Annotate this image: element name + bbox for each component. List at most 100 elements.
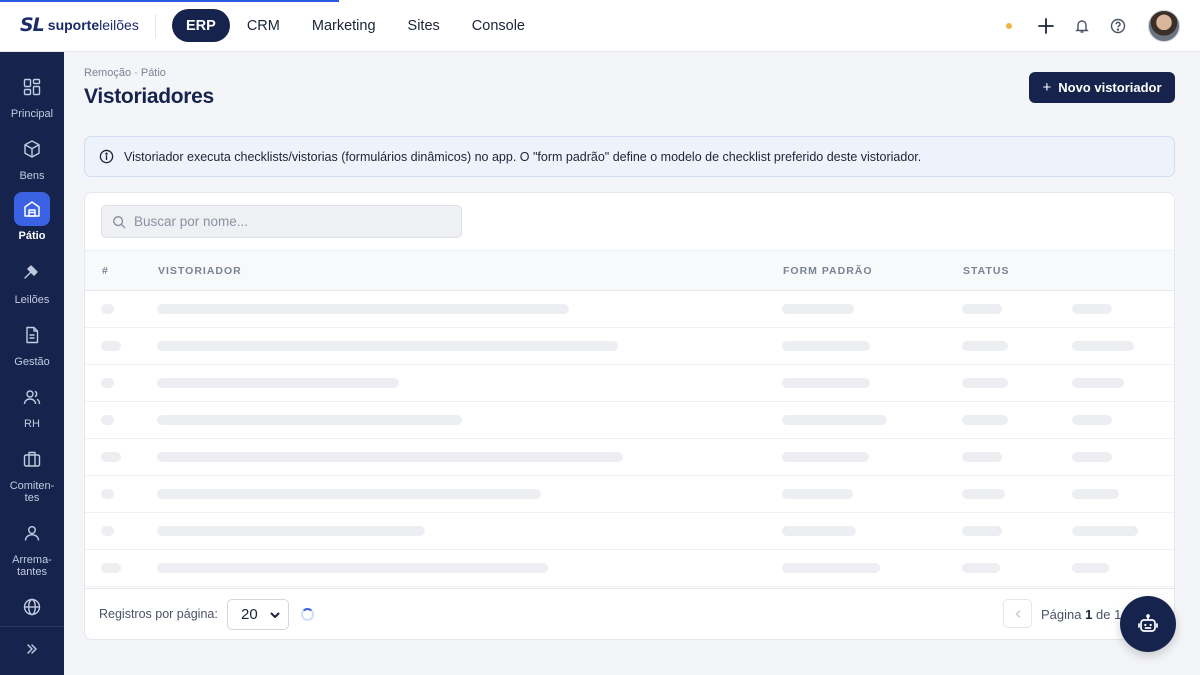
info-icon <box>99 149 114 164</box>
logo-mark: SL <box>20 14 45 36</box>
plus-icon[interactable] <box>1036 16 1056 36</box>
skeleton-placeholder <box>1072 563 1109 573</box>
sidebar-item-label: RH <box>24 418 40 430</box>
skeleton-placeholder <box>782 563 880 573</box>
sidebar-item-leiloes[interactable]: Leilões <box>0 256 64 306</box>
assistant-bot-button[interactable] <box>1120 596 1176 652</box>
skeleton-placeholder <box>1072 452 1112 462</box>
nav-marketing[interactable]: Marketing <box>297 9 391 42</box>
nav-console[interactable]: Console <box>457 9 540 42</box>
new-vistoriador-label: Novo vistoriador <box>1058 80 1162 95</box>
search-input[interactable] <box>134 214 434 229</box>
skeleton-placeholder <box>962 378 1008 388</box>
skeleton-placeholder <box>157 378 399 388</box>
table-header: # VISTORIADOR FORM PADRÃO STATUS <box>85 250 1174 291</box>
skeleton-placeholder <box>782 378 870 388</box>
user-avatar[interactable] <box>1148 10 1180 42</box>
skeleton-placeholder <box>782 452 869 462</box>
column-header-index: # <box>102 265 109 277</box>
skeleton-placeholder <box>157 452 623 462</box>
search-box[interactable] <box>101 205 462 238</box>
sidebar-item-label: Arrema-tantes <box>12 554 52 578</box>
skeleton-placeholder <box>1072 489 1119 499</box>
skeleton-placeholder <box>962 489 1005 499</box>
vistoriadores-card: # VISTORIADOR FORM PADRÃO STATUS Registr… <box>84 192 1175 640</box>
skeleton-placeholder <box>101 378 114 388</box>
skeleton-placeholder <box>101 341 121 351</box>
column-header-status[interactable]: STATUS <box>963 265 1009 277</box>
sidebar-item-label: Pátio <box>18 230 46 242</box>
skeleton-placeholder <box>157 304 569 314</box>
info-text: Vistoriador executa checklists/vistorias… <box>124 149 922 164</box>
skeleton-placeholder <box>101 304 114 314</box>
gavel-icon <box>14 256 50 290</box>
skeleton-placeholder <box>782 526 856 536</box>
table-row <box>85 291 1174 328</box>
top-actions <box>1006 10 1180 42</box>
skeleton-placeholder <box>1072 378 1124 388</box>
skeleton-placeholder <box>101 563 121 573</box>
sidebar-item-label: Leilões <box>14 294 50 306</box>
nav-erp[interactable]: ERP <box>172 9 230 42</box>
per-page-value: 20 <box>241 606 258 623</box>
breadcrumb: Remoção · Pátio <box>84 67 166 79</box>
new-vistoriador-button[interactable]: + Novo vistoriador <box>1029 72 1175 103</box>
loading-spinner <box>301 608 314 621</box>
search-icon <box>112 215 126 229</box>
skeleton-placeholder <box>157 341 618 351</box>
pagination-footer: Registros por página: 20 Página 1 de 1 <box>85 588 1174 640</box>
skeleton-placeholder <box>962 341 1008 351</box>
nav-crm[interactable]: CRM <box>232 9 295 42</box>
warehouse-icon <box>14 192 50 226</box>
logo-text: suporteleilões <box>47 17 139 33</box>
divider <box>155 14 156 38</box>
sidebar-item-patio[interactable]: Pátio <box>0 192 64 242</box>
skeleton-placeholder <box>101 415 114 425</box>
info-banner: Vistoriador executa checklists/vistorias… <box>84 136 1175 177</box>
skeleton-placeholder <box>1072 304 1112 314</box>
sidebar-item-comitentes[interactable]: Comiten-tes <box>0 442 64 504</box>
main-nav: ERP CRM Marketing Sites Console <box>172 9 542 42</box>
skeleton-placeholder <box>962 415 1008 425</box>
skeleton-placeholder <box>157 563 548 573</box>
skeleton-placeholder <box>1072 341 1134 351</box>
loading-progress-bar <box>0 0 339 2</box>
chevrons-right-icon[interactable] <box>22 639 42 659</box>
briefcase-icon <box>14 442 50 476</box>
skeleton-placeholder <box>157 415 462 425</box>
plus-icon: + <box>1042 79 1052 96</box>
skeleton-placeholder <box>157 489 541 499</box>
skeleton-placeholder <box>157 526 425 536</box>
users-icon <box>14 380 50 414</box>
status-dot <box>1006 23 1012 29</box>
page-indicator: Página 1 de 1 <box>1041 607 1122 622</box>
nav-sites[interactable]: Sites <box>393 9 455 42</box>
skeleton-placeholder <box>101 526 114 536</box>
sidebar-item-label: Comiten-tes <box>9 480 55 504</box>
logo[interactable]: SL suporteleilões <box>20 14 139 36</box>
sidebar-item-sites[interactable] <box>0 590 64 628</box>
user-icon <box>14 516 50 550</box>
table-row <box>85 365 1174 402</box>
box-icon <box>14 132 50 166</box>
per-page-select[interactable]: 20 <box>227 599 289 630</box>
globe-icon <box>14 590 50 624</box>
sidebar-item-principal[interactable]: Principal <box>0 70 64 120</box>
previous-page-button[interactable] <box>1003 599 1032 628</box>
sidebar-item-bens[interactable]: Bens <box>0 132 64 182</box>
help-icon[interactable] <box>1108 16 1128 36</box>
sidebar-item-rh[interactable]: RH <box>0 380 64 430</box>
page-title: Vistoriadores <box>84 85 214 108</box>
column-header-vistoriador[interactable]: VISTORIADOR <box>158 265 242 277</box>
skeleton-placeholder <box>962 563 1000 573</box>
bell-icon[interactable] <box>1072 16 1092 36</box>
document-icon <box>14 318 50 352</box>
skeleton-placeholder <box>1072 526 1138 536</box>
table-row <box>85 550 1174 587</box>
sidebar-item-arrematantes[interactable]: Arrema-tantes <box>0 516 64 578</box>
sidebar-item-gestao[interactable]: Gestão <box>0 318 64 368</box>
sidebar-item-label: Principal <box>10 108 54 120</box>
top-bar: SL suporteleilões ERP CRM Marketing Site… <box>0 0 1200 52</box>
column-header-form-padrao[interactable]: FORM PADRÃO <box>783 265 873 277</box>
skeleton-placeholder <box>962 304 1002 314</box>
